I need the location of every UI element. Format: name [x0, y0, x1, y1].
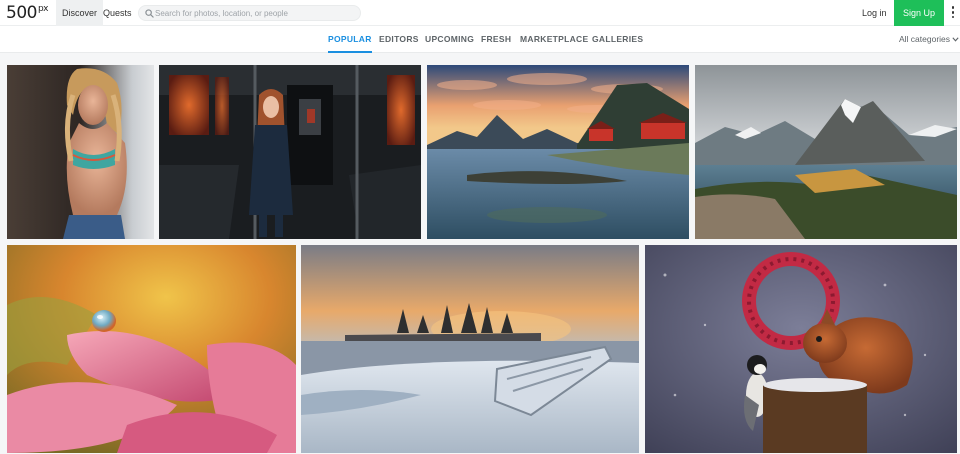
nav-discover[interactable]: Discover: [56, 0, 104, 26]
tab-popular[interactable]: POPULAR: [328, 26, 372, 53]
photo-tile[interactable]: [7, 245, 296, 453]
photo-tile[interactable]: [7, 65, 154, 239]
search-icon: [145, 9, 154, 18]
photo-tile[interactable]: [159, 65, 421, 239]
photo-frozen-boat: [301, 245, 639, 453]
signup-button[interactable]: Sign Up: [894, 0, 944, 26]
search-input[interactable]: [155, 6, 355, 20]
top-navigation-bar: 500px Discover Quests Log in Sign Up: [0, 0, 960, 26]
all-categories-label: All categories: [899, 34, 951, 44]
photo-squirrel-wreath: [645, 245, 957, 453]
tab-marketplace[interactable]: MARKETPLACE: [520, 26, 588, 52]
photo-lofoten-cabins: [427, 65, 689, 239]
search-bar[interactable]: [138, 5, 361, 21]
login-link[interactable]: Log in: [854, 0, 895, 26]
nav-quests[interactable]: Quests: [97, 0, 138, 26]
tab-editors[interactable]: EDITORS: [379, 26, 419, 52]
photo-tile[interactable]: [695, 65, 957, 239]
tab-galleries[interactable]: GALLERIES: [592, 26, 643, 52]
all-categories-dropdown[interactable]: All categories: [899, 26, 959, 52]
photo-tile[interactable]: [645, 245, 957, 453]
photo-woman-train: [159, 65, 421, 239]
photo-water-drop-petal: [7, 245, 296, 453]
photo-tile[interactable]: [427, 65, 689, 239]
photo-woman-portrait: [7, 65, 154, 239]
chevron-down-icon: [952, 37, 959, 42]
photo-tile[interactable]: [301, 245, 639, 453]
brand-logo[interactable]: 500px: [6, 3, 49, 23]
photo-mountain-lake: [695, 65, 957, 239]
more-menu-icon[interactable]: [948, 4, 958, 22]
tab-fresh[interactable]: FRESH: [481, 26, 511, 52]
tab-upcoming[interactable]: UPCOMING: [425, 26, 474, 52]
category-tabs: POPULAR EDITORS UPCOMING FRESH MARKETPLA…: [0, 26, 960, 53]
